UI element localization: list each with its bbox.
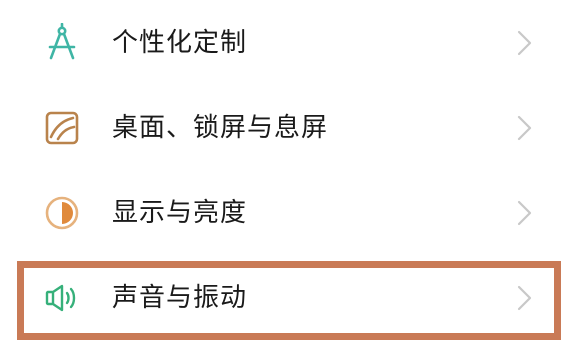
- settings-item-label: 声音与振动: [112, 283, 248, 313]
- settings-item-label: 个性化定制: [112, 28, 248, 58]
- half-circle-brightness-icon: [42, 193, 82, 233]
- compass-drafting-icon: [42, 23, 82, 63]
- wallpaper-icon: [42, 108, 82, 148]
- settings-list: 个性化定制 桌面、锁屏与息屏 显示与亮度 声音与振动: [0, 0, 569, 341]
- settings-item-desktop-lockscreen[interactable]: 桌面、锁屏与息屏: [0, 85, 569, 171]
- settings-item-label: 显示与亮度: [112, 198, 248, 228]
- chevron-right-icon: [515, 113, 535, 143]
- settings-item-sound-vibration[interactable]: 声音与振动: [0, 255, 569, 341]
- chevron-right-icon: [515, 28, 535, 58]
- settings-item-label: 桌面、锁屏与息屏: [112, 113, 329, 143]
- chevron-right-icon: [515, 283, 535, 313]
- chevron-right-icon: [515, 198, 535, 228]
- speaker-volume-icon: [42, 278, 82, 318]
- settings-item-personalization[interactable]: 个性化定制: [0, 0, 569, 86]
- settings-item-display-brightness[interactable]: 显示与亮度: [0, 170, 569, 256]
